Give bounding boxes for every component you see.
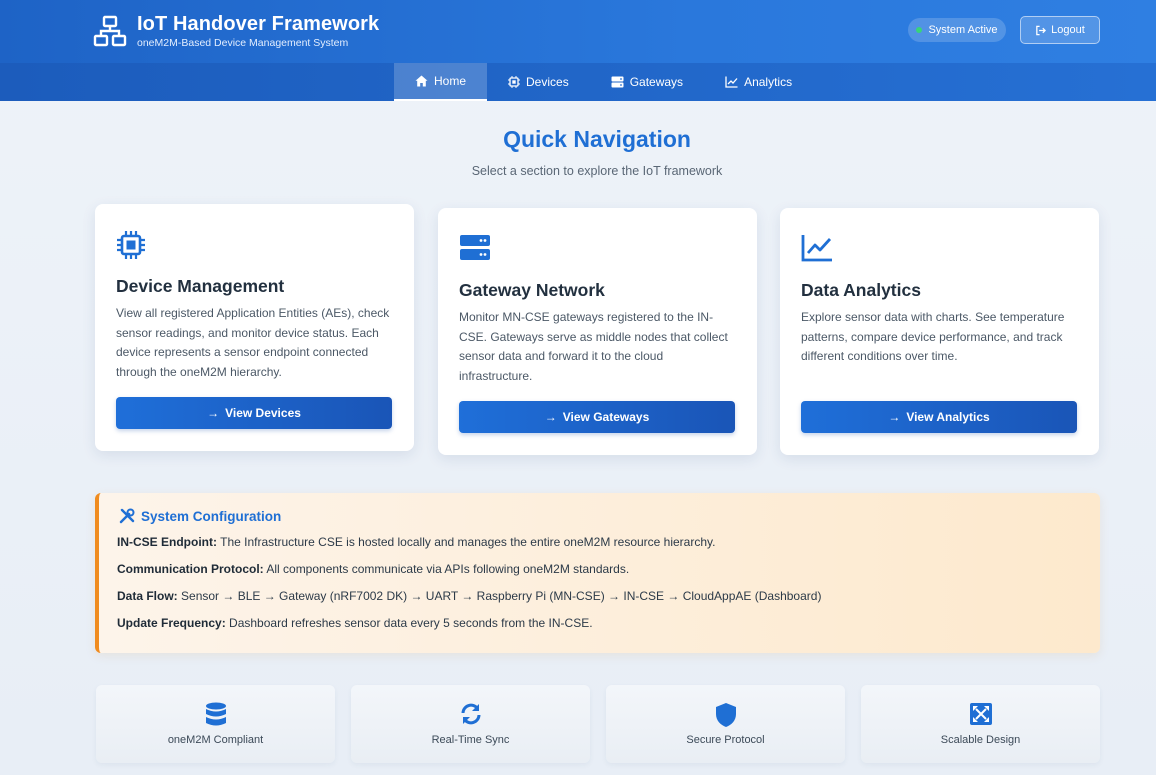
- view-analytics-button[interactable]: → View Analytics: [801, 401, 1077, 433]
- logout-button[interactable]: Logout: [1020, 16, 1100, 44]
- tab-home[interactable]: Home: [394, 63, 488, 101]
- card-title: Gateway Network: [459, 280, 605, 300]
- chip-icon: [117, 231, 145, 259]
- button-label: View Devices: [225, 406, 301, 420]
- chip-icon: [508, 76, 521, 88]
- shield-icon: [715, 703, 736, 727]
- app-subtitle: oneM2M-Based Device Management System: [137, 37, 349, 49]
- app-header: IoT Handover Framework oneM2M-Based Devi…: [0, 0, 1156, 63]
- tab-analytics-label: Analytics: [744, 75, 793, 89]
- chart-line-icon: [801, 235, 832, 262]
- sync-icon: [461, 703, 480, 725]
- tab-devices[interactable]: Devices: [487, 63, 590, 101]
- button-label: View Gateways: [562, 410, 650, 424]
- expand-icon: [969, 703, 992, 725]
- app-title: IoT Handover Framework: [137, 13, 380, 35]
- database-icon: [205, 702, 226, 726]
- view-gateways-button[interactable]: → View Gateways: [459, 401, 735, 433]
- config-title: System Configuration: [119, 508, 281, 524]
- feature-onem2m-compliant: oneM2M Compliant: [96, 685, 335, 763]
- card-gateway-network: Gateway Network Monitor MN-CSE gateways …: [438, 208, 757, 455]
- card-title: Data Analytics: [801, 280, 921, 300]
- card-title: Device Management: [116, 276, 285, 296]
- card-description: Explore sensor data with charts. See tem…: [801, 310, 1065, 363]
- page-subtitle: Select a section to explore the IoT fram…: [471, 164, 723, 178]
- tab-gateways[interactable]: Gateways: [590, 63, 704, 101]
- chart-line-icon: [725, 76, 738, 88]
- feature-scalable-design: Scalable Design: [861, 685, 1100, 763]
- config-item-endpoint: IN-CSE Endpoint: The Infrastructure CSE …: [117, 535, 716, 549]
- feature-label: Secure Protocol: [686, 734, 765, 746]
- network-icon: [93, 15, 127, 47]
- config-item-data-flow: Data Flow: Sensor → BLE → Gateway (nRF70…: [117, 589, 822, 603]
- tools-icon: [119, 508, 135, 524]
- server-icon: [460, 235, 490, 260]
- server-icon: [611, 76, 624, 88]
- brand: IoT Handover Framework oneM2M-Based Devi…: [93, 13, 379, 49]
- status-text: System Active: [928, 24, 998, 36]
- tab-devices-label: Devices: [526, 75, 569, 89]
- feature-label: oneM2M Compliant: [167, 734, 264, 746]
- feature-secure-protocol: Secure Protocol: [606, 685, 845, 763]
- logout-label: Logout: [1051, 24, 1085, 36]
- arrow-right-icon: →: [888, 410, 901, 424]
- button-label: View Analytics: [906, 410, 990, 424]
- card-device-management: Device Management View all registered Ap…: [95, 204, 414, 451]
- status-dot-icon: [916, 27, 923, 33]
- feature-label: Real-Time Sync: [431, 734, 510, 746]
- status-badge: System Active: [908, 18, 1006, 42]
- card-description: View all registered Application Entities…: [116, 306, 390, 379]
- system-configuration-panel: System Configuration IN-CSE Endpoint: Th…: [95, 493, 1100, 653]
- main-nav: Home Devices Gateways Analytics: [0, 63, 1156, 101]
- home-icon: [415, 75, 428, 87]
- card-description: Monitor MN-CSE gateways registered to th…: [459, 310, 728, 383]
- tab-gateways-label: Gateways: [629, 75, 684, 89]
- card-data-analytics: Data Analytics Explore sensor data with …: [780, 208, 1099, 455]
- config-item-protocol: Communication Protocol: All components c…: [117, 562, 630, 576]
- tab-home-label: Home: [434, 74, 467, 88]
- view-devices-button[interactable]: → View Devices: [116, 397, 392, 429]
- arrow-right-icon: →: [207, 406, 220, 420]
- config-item-update-frequency: Update Frequency: Dashboard refreshes se…: [117, 616, 593, 630]
- feature-real-time-sync: Real-Time Sync: [351, 685, 590, 763]
- arrow-right-icon: →: [544, 410, 557, 424]
- logout-icon: [1036, 25, 1047, 35]
- page-title: Quick Navigation: [503, 126, 691, 152]
- feature-label: Scalable Design: [940, 734, 1021, 746]
- tab-analytics[interactable]: Analytics: [704, 63, 813, 101]
